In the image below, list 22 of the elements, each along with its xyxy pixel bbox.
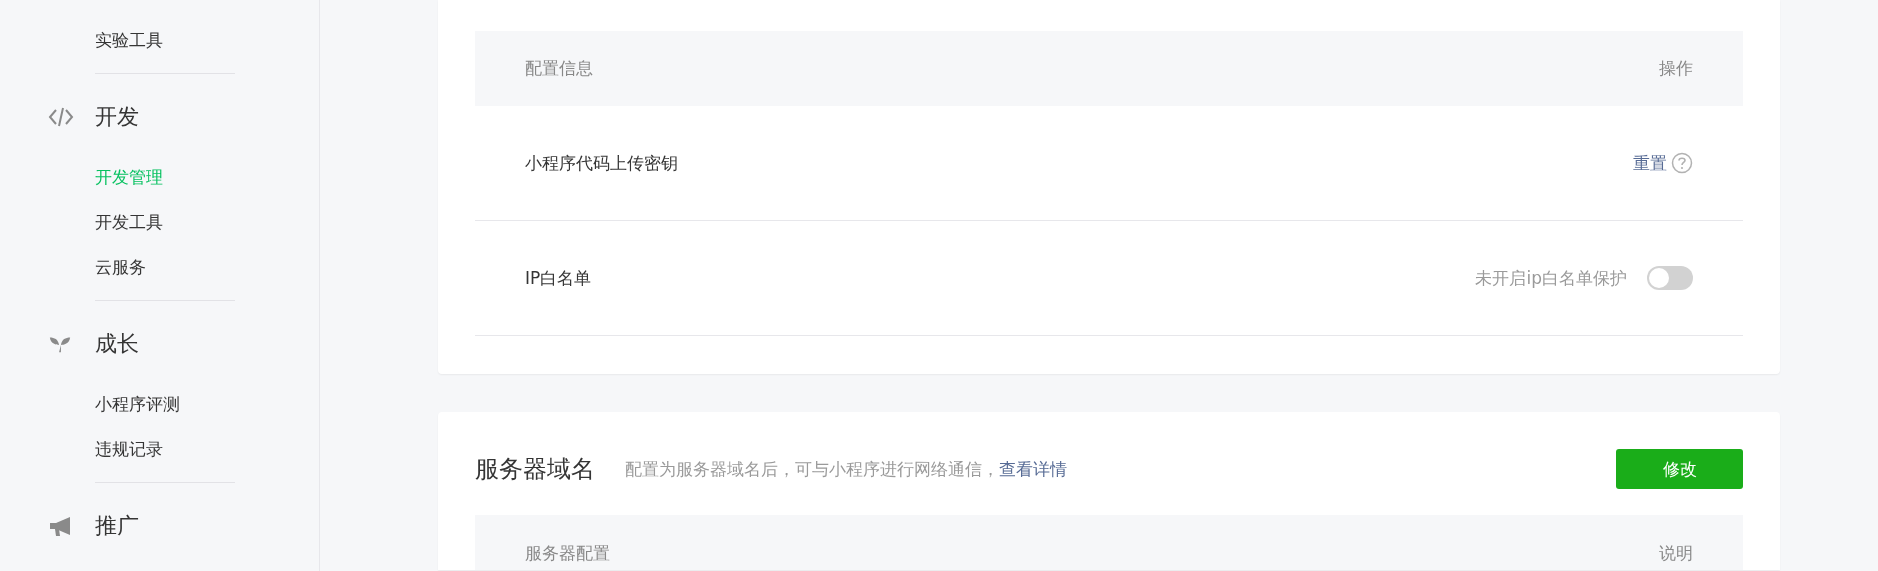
sidebar-item[interactable]: 开发工具 — [95, 212, 163, 232]
column-header: 配置信息 — [525, 57, 593, 80]
section-title: 成长 — [95, 329, 139, 358]
card-title: 服务器域名 — [475, 454, 595, 485]
sidebar-item[interactable]: 小程序评测 — [95, 394, 180, 414]
column-header: 说明 — [1659, 542, 1693, 565]
table-cell: IP白名单 — [525, 266, 592, 290]
reset-link[interactable]: 重置 — [1633, 151, 1667, 175]
sidebar-item[interactable]: 云服务 — [95, 257, 146, 277]
description-text: 配置为服务器域名后，可与小程序进行网络通信，查看详情 — [625, 457, 1068, 481]
section-title: 开发 — [95, 102, 139, 131]
table-cell: 小程序代码上传密钥 — [525, 151, 678, 175]
sidebar-item[interactable]: 违规记录 — [95, 439, 163, 459]
column-header: 操作 — [1659, 57, 1693, 80]
help-icon[interactable] — [1671, 152, 1693, 174]
code-icon — [48, 105, 74, 128]
toggle-switch[interactable] — [1647, 266, 1693, 290]
column-header: 服务器配置 — [525, 542, 610, 565]
sidebar-item[interactable]: 实验工具 — [95, 30, 163, 50]
details-link[interactable]: 查看详情 — [999, 458, 1067, 479]
status-text: 未开启ip白名单保护 — [1475, 266, 1627, 290]
section-title: 推广 — [95, 511, 139, 540]
